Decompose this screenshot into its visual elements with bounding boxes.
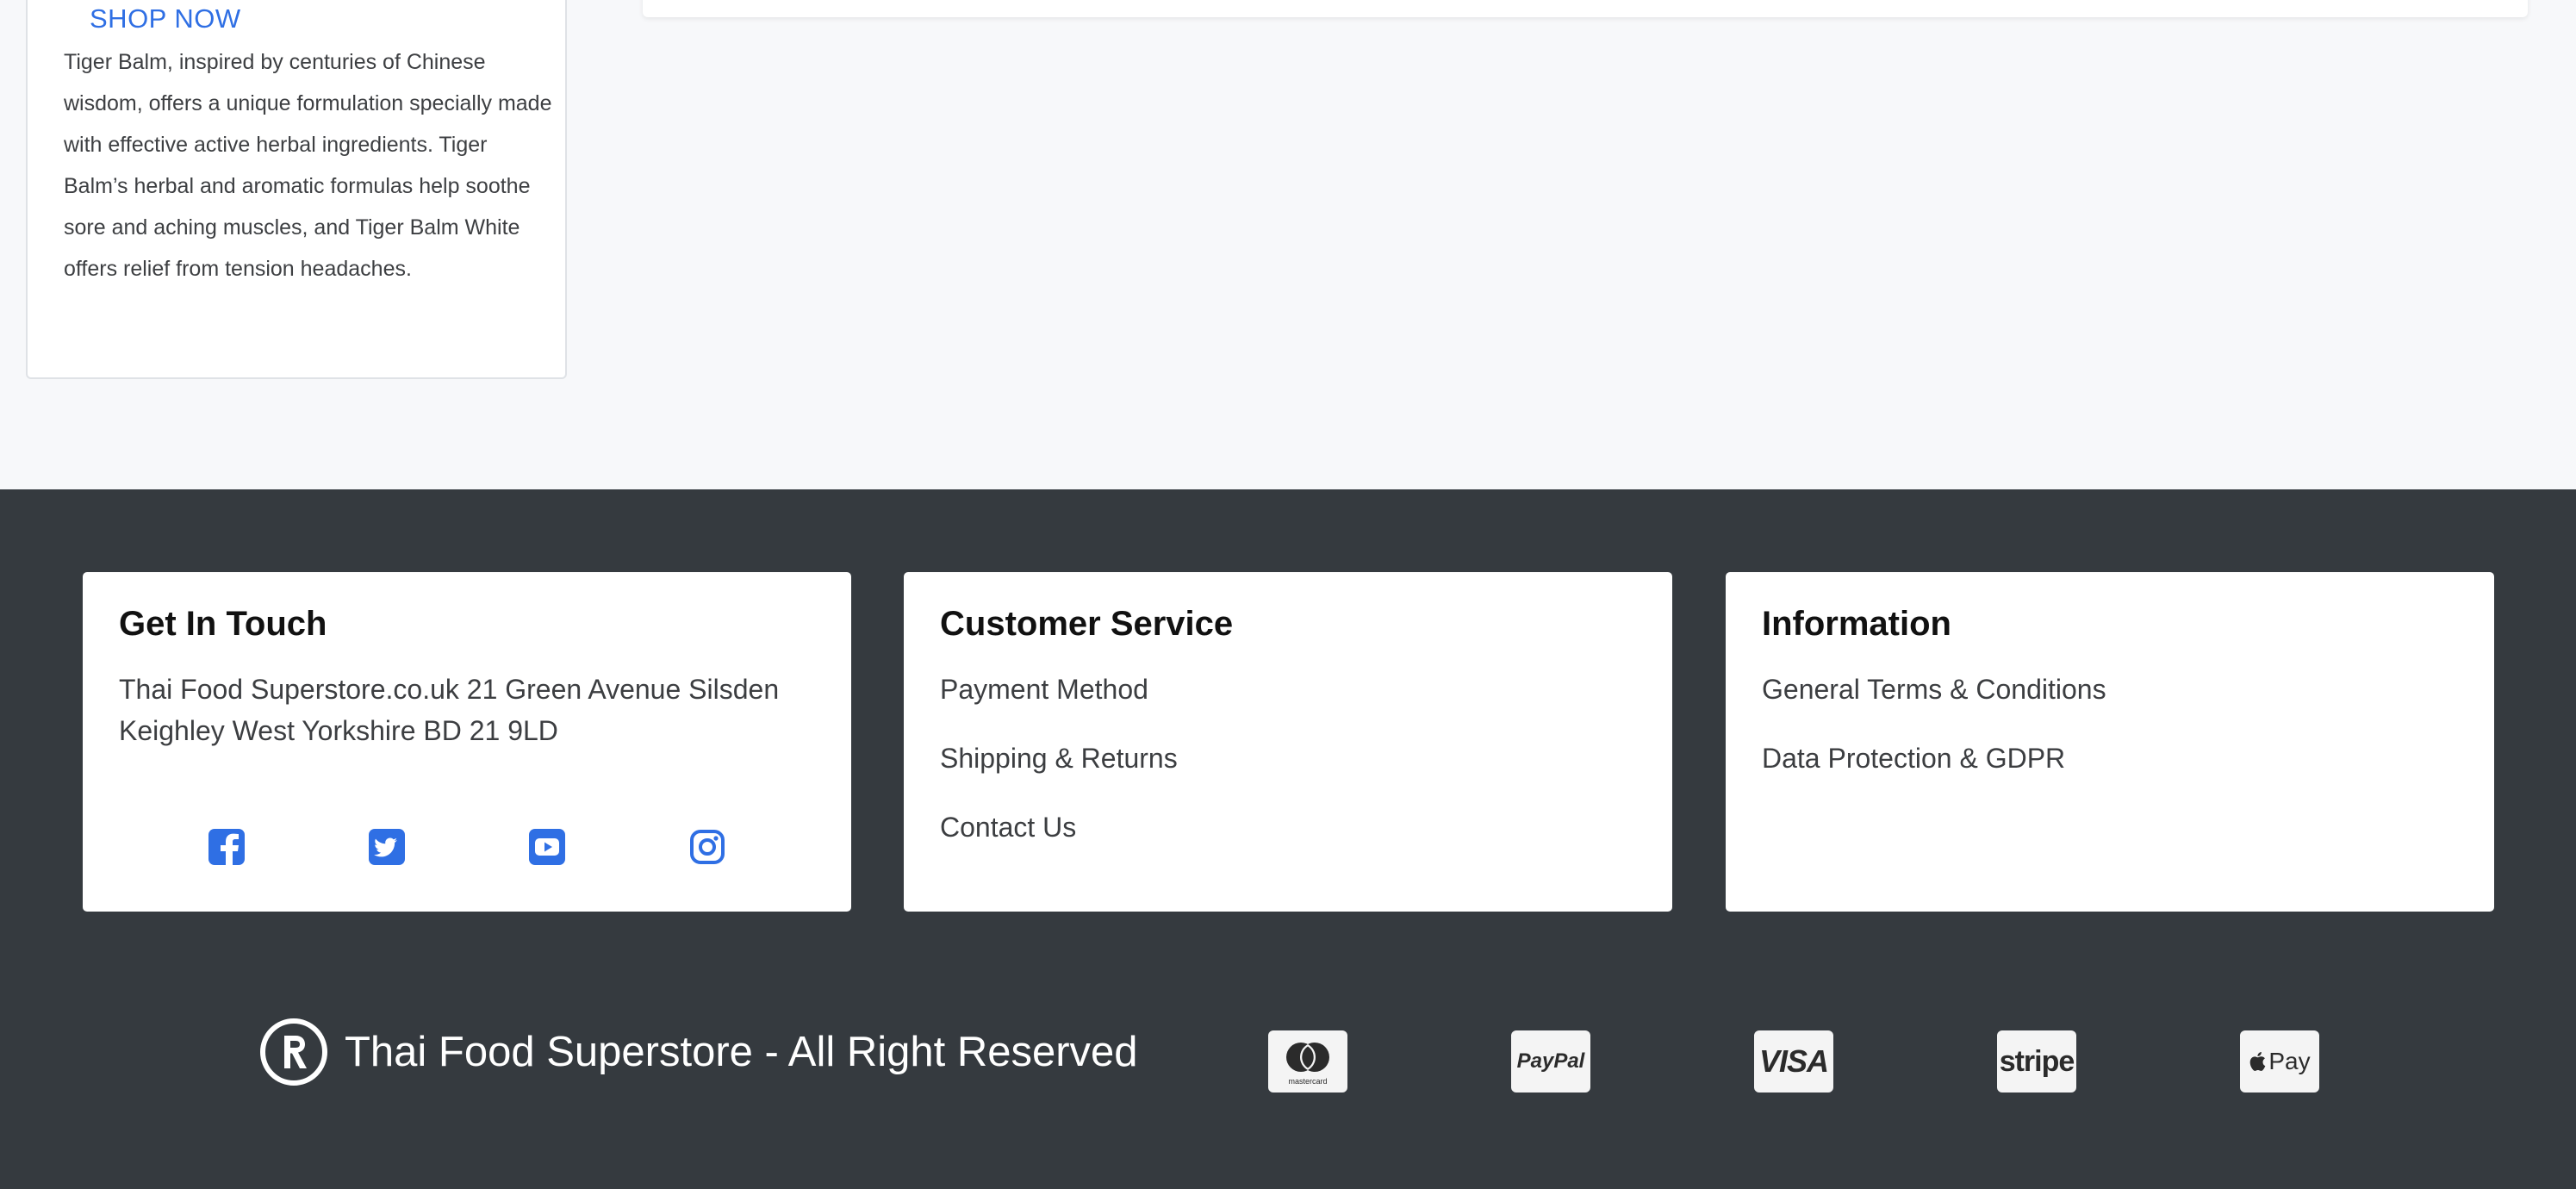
products-panel xyxy=(643,0,2528,17)
stripe-label: stripe xyxy=(1999,1044,2075,1078)
copyright-text: Thai Food Superstore - All Right Reserve… xyxy=(345,1029,1138,1075)
customer-service-title: Customer Service xyxy=(940,605,1234,643)
apple-icon xyxy=(2249,1051,2266,1072)
twitter-icon[interactable] xyxy=(367,827,407,867)
youtube-icon[interactable] xyxy=(527,827,567,867)
customer-service-card: Customer Service Payment Method Shipping… xyxy=(904,572,1672,912)
information-title: Information xyxy=(1762,605,1951,643)
paypal-label: PayPal xyxy=(1516,1049,1585,1073)
social-links xyxy=(83,827,851,870)
apple-pay-label: Pay xyxy=(2268,1048,2311,1074)
get-in-touch-card: Get In Touch Thai Food Superstore.co.uk … xyxy=(83,572,851,912)
payment-method-link[interactable]: Payment Method xyxy=(940,669,1178,738)
paypal-logo: PayPal xyxy=(1511,1030,1590,1093)
visa-logo: VISA xyxy=(1754,1030,1833,1093)
data-protection-link[interactable]: Data Protection & GDPR xyxy=(1762,738,2106,806)
stripe-logo: stripe xyxy=(1997,1030,2076,1093)
apple-pay-logo: Pay xyxy=(2240,1030,2319,1093)
instagram-icon[interactable] xyxy=(688,827,727,867)
facebook-icon[interactable] xyxy=(207,827,246,867)
information-links: General Terms & Conditions Data Protecti… xyxy=(1762,669,2106,806)
site-footer: Get In Touch Thai Food Superstore.co.uk … xyxy=(0,489,2576,1189)
information-card: Information General Terms & Conditions D… xyxy=(1726,572,2494,912)
copyright: Thai Food Superstore - All Right Reserve… xyxy=(258,1017,1138,1087)
mastercard-logo: mastercard xyxy=(1268,1030,1347,1093)
shop-now-link[interactable]: SHOP NOW xyxy=(90,3,241,34)
product-card: SHOP NOW Tiger Balm, inspired by centuri… xyxy=(26,0,567,379)
customer-service-links: Payment Method Shipping & Returns Contac… xyxy=(940,669,1178,875)
registered-icon xyxy=(258,1017,329,1087)
mastercard-label: mastercard xyxy=(1288,1077,1327,1086)
contact-us-link[interactable]: Contact Us xyxy=(940,806,1178,875)
product-description: Tiger Balm, inspired by centuries of Chi… xyxy=(64,50,552,281)
get-in-touch-title: Get In Touch xyxy=(119,605,327,643)
content-area: SHOP NOW Tiger Balm, inspired by centuri… xyxy=(0,0,2576,489)
shipping-returns-link[interactable]: Shipping & Returns xyxy=(940,738,1178,806)
terms-conditions-link[interactable]: General Terms & Conditions xyxy=(1762,669,2106,738)
store-address: Thai Food Superstore.co.uk 21 Green Aven… xyxy=(119,674,780,746)
visa-label: VISA xyxy=(1758,1043,1829,1079)
